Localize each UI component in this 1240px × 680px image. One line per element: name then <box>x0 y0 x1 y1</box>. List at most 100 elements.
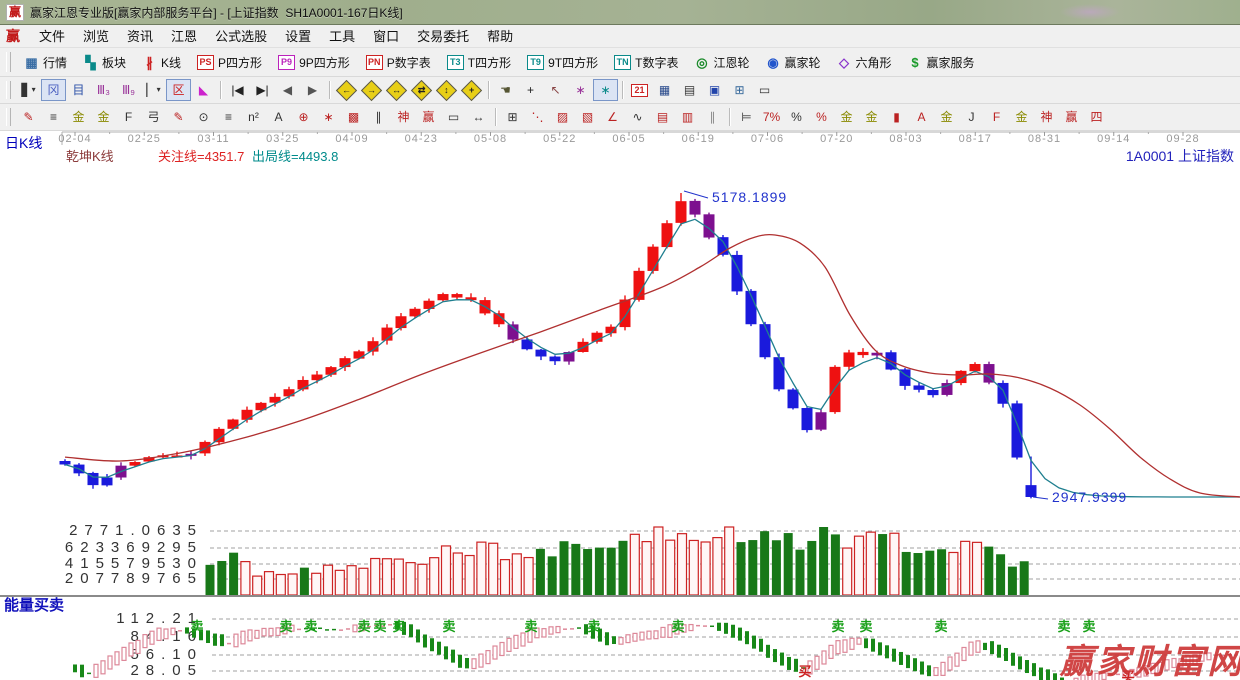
行情-button[interactable]: ▦行情 <box>16 51 75 74</box>
box-rays-icon[interactable]: ▨ <box>550 106 575 128</box>
toolbar-grip[interactable] <box>6 81 11 99</box>
angle-rays-icon[interactable]: ∠ <box>600 106 625 128</box>
menu-item-5[interactable]: 设置 <box>276 27 320 46</box>
last-page-icon[interactable]: ▶| <box>250 79 275 101</box>
network-icon[interactable]: ⊞ <box>727 79 752 101</box>
menu-item-0[interactable]: 文件 <box>30 27 74 46</box>
menu-item-8[interactable]: 交易委托 <box>408 27 478 46</box>
pct-icon[interactable]: % <box>784 106 809 128</box>
P四方形-button[interactable]: PSP四方形 <box>189 51 270 74</box>
print-icon[interactable]: ▭ <box>752 79 777 101</box>
notepad-icon[interactable]: ▤ <box>677 79 702 101</box>
chart-area[interactable]: 02-0402-2503-1103-2504-0904-2305-0805-22… <box>0 131 1240 680</box>
gold-grid2-icon[interactable]: 金 <box>91 106 116 128</box>
next-icon[interactable]: ▶ <box>300 79 325 101</box>
ying-angle-icon[interactable]: 赢 <box>1059 106 1084 128</box>
toolbar-grip[interactable] <box>6 108 11 126</box>
quote-marks-icon[interactable]: ∥ <box>366 106 391 128</box>
9T四方形-button[interactable]: T99T四方形 <box>519 51 606 74</box>
六角形-button[interactable]: ◇六角形 <box>829 51 900 74</box>
diamond-all-icon[interactable]: + <box>459 79 484 101</box>
bars3-icon[interactable]: Ⅲ₃ <box>91 79 116 101</box>
crosshair-icon[interactable]: + <box>518 79 543 101</box>
calendar-icon[interactable]: 21 <box>627 79 652 101</box>
赢家轮-button[interactable]: ◉赢家轮 <box>757 51 828 74</box>
grid-v-icon[interactable]: ▥ <box>675 106 700 128</box>
title-bar[interactable]: 赢 赢家江恩专业版[赢家内部服务平台] - [上证指数 SH1A0001-167… <box>0 0 1240 25</box>
n2-icon[interactable]: n² <box>241 106 266 128</box>
pct-line-icon[interactable]: % <box>809 106 834 128</box>
anchor-grid-icon[interactable]: ⊞ <box>500 106 525 128</box>
hash-lines-icon[interactable]: ≡ <box>41 106 66 128</box>
diamond-left-icon[interactable]: ← <box>334 79 359 101</box>
wide-hash-icon[interactable]: ≡ <box>216 106 241 128</box>
si-angle-icon[interactable]: 四 <box>1084 106 1109 128</box>
pencil-icon[interactable]: ✎ <box>16 106 41 128</box>
K线-button[interactable]: ∦K线 <box>134 51 189 74</box>
prev-icon[interactable]: ◀ <box>275 79 300 101</box>
zigzag-icon[interactable]: ∿ <box>625 106 650 128</box>
grid-h-icon[interactable]: ▤ <box>650 106 675 128</box>
T四方形-button[interactable]: T3T四方形 <box>439 51 519 74</box>
kline-mode-icon[interactable]: 区 <box>166 79 191 101</box>
menu-item-3[interactable]: 江恩 <box>162 27 206 46</box>
box-hatch-icon[interactable]: ▧ <box>575 106 600 128</box>
ruler123-icon[interactable]: ▭ <box>441 106 466 128</box>
gann-brain-icon[interactable]: ∗ <box>593 79 618 101</box>
slashes-icon[interactable]: ∥ <box>700 106 725 128</box>
gold-line-icon[interactable]: 金 <box>859 106 884 128</box>
mirror-a-icon[interactable]: A <box>266 106 291 128</box>
ying-tool-icon[interactable]: 赢 <box>416 106 441 128</box>
P数字表-button[interactable]: PNP数字表 <box>358 51 439 74</box>
pencil2-icon[interactable]: ✎ <box>166 106 191 128</box>
江恩轮-button[interactable]: ◎江恩轮 <box>686 51 757 74</box>
hand-icon[interactable]: ☚ <box>493 79 518 101</box>
bars9-icon[interactable]: Ⅲ₉ <box>116 79 141 101</box>
menu-item-6[interactable]: 工具 <box>320 27 364 46</box>
j-angle-icon[interactable]: J <box>959 106 984 128</box>
box-grid-icon[interactable]: ▩ <box>341 106 366 128</box>
target-circle-icon[interactable]: ⊕ <box>291 106 316 128</box>
save-icon[interactable]: ▣ <box>702 79 727 101</box>
menu-item-7[interactable]: 窗口 <box>364 27 408 46</box>
circle3-icon[interactable]: ⊙ <box>191 106 216 128</box>
gold-grid1-icon[interactable]: 金 <box>66 106 91 128</box>
pct7-icon[interactable]: 7% <box>759 106 784 128</box>
arc-tool-icon[interactable]: 弓 <box>141 106 166 128</box>
chart-region-icon[interactable]: 冈 <box>41 79 66 101</box>
diamond-compress-icon[interactable]: ⇄ <box>409 79 434 101</box>
menu-item-4[interactable]: 公式选股 <box>206 27 276 46</box>
candle-pencil-icon[interactable]: ▮ <box>884 106 909 128</box>
color-histogram-icon[interactable]: ◣ <box>191 79 216 101</box>
rays-icon[interactable]: ⋱ <box>525 106 550 128</box>
hspan-icon[interactable]: ↔ <box>466 106 491 128</box>
a-wave-icon[interactable]: A <box>909 106 934 128</box>
info-panel-icon[interactable]: 目 <box>66 79 91 101</box>
shen-angle-icon[interactable]: 神 <box>1034 106 1059 128</box>
板块-button[interactable]: ▚板块 <box>75 51 134 74</box>
candle-style-icon[interactable]: ▋▾ <box>16 79 41 101</box>
gold-angle-icon[interactable]: 金 <box>934 106 959 128</box>
T数字表-button[interactable]: TNT数字表 <box>606 51 686 74</box>
menu-item-1[interactable]: 浏览 <box>74 27 118 46</box>
gold-angle2-icon[interactable]: 金 <box>1009 106 1034 128</box>
menu-item-9[interactable]: 帮助 <box>478 27 522 46</box>
gold-circle-icon[interactable]: 金 <box>834 106 859 128</box>
9P四方形-button[interactable]: P99P四方形 <box>270 51 358 74</box>
diamond-hexpand-icon[interactable]: ↔ <box>384 79 409 101</box>
toolbar-grip[interactable] <box>6 52 11 72</box>
star-grid-icon[interactable]: ∗ <box>316 106 341 128</box>
f-angle-icon[interactable]: F <box>984 106 1009 128</box>
gann-flower-icon[interactable]: ∗ <box>568 79 593 101</box>
first-page-icon[interactable]: |◀ <box>225 79 250 101</box>
diamond-right-icon[interactable]: → <box>359 79 384 101</box>
calculator-icon[interactable]: ▦ <box>652 79 677 101</box>
menu-item-2[interactable]: 资讯 <box>118 27 162 46</box>
赢家服务-button[interactable]: $赢家服务 <box>900 51 983 74</box>
pointer-icon[interactable]: ↖ <box>543 79 568 101</box>
f-grid-icon[interactable]: F <box>116 106 141 128</box>
shen-tool-icon[interactable]: 神 <box>391 106 416 128</box>
single-candle-icon[interactable]: ▏▾ <box>141 79 166 101</box>
scale-bars-icon[interactable]: ⊨ <box>734 106 759 128</box>
diamond-vexpand-icon[interactable]: ↕ <box>434 79 459 101</box>
